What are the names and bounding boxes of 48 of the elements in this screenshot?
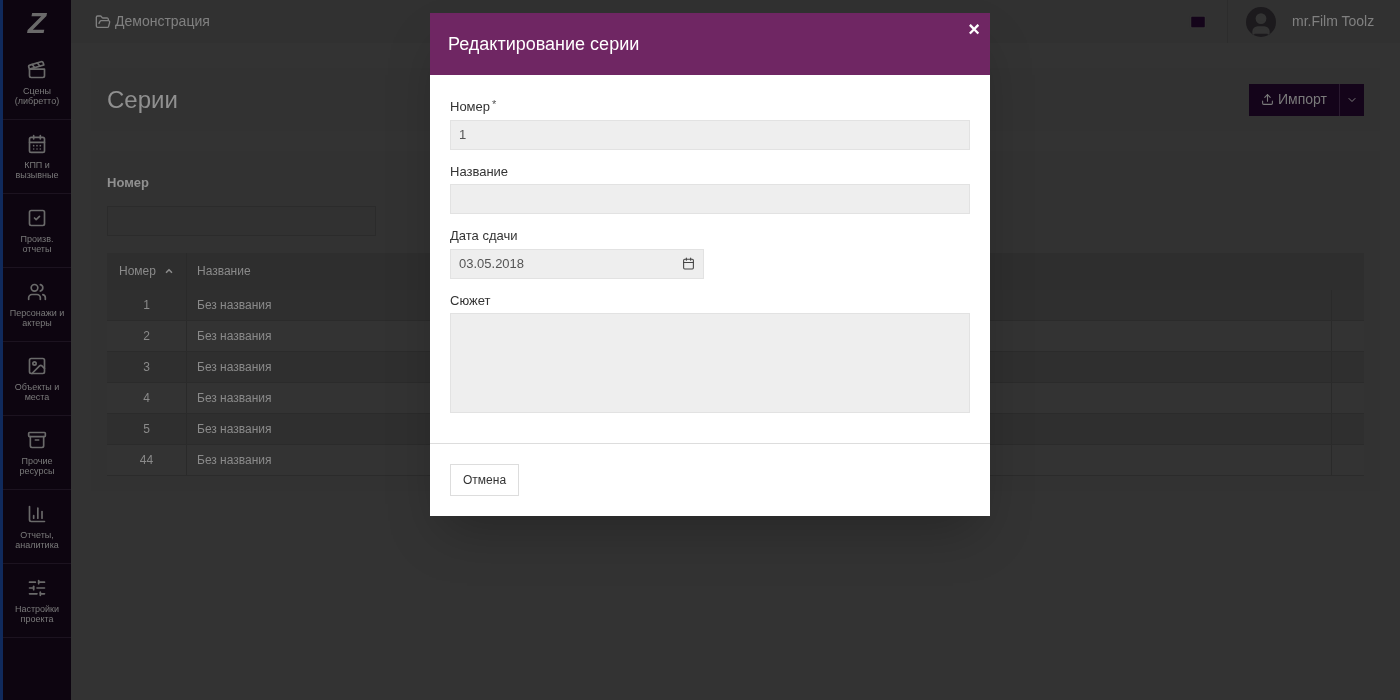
text-field[interactable]: 1 [450,119,970,150]
column-header[interactable]: Номер [119,262,156,280]
text-area[interactable] [450,313,970,413]
sidebar-item[interactable]: Отчеты, аналитика [3,490,71,564]
sidebar-item[interactable]: Сцены (либретто) [3,46,71,120]
table-cell: 4 [107,382,187,413]
user-name[interactable]: mr.Film Toolz [1292,11,1375,32]
text-field[interactable] [450,184,970,214]
calendar-icon [27,133,47,154]
people-icon [27,281,47,302]
clapperboard-icon [27,59,47,80]
logo[interactable]: Z [27,8,47,38]
table-cell: 44 [107,444,187,475]
field-label: Дата сдачи [450,227,518,245]
sidebar-item[interactable]: Настройки проекта [3,564,71,638]
column-header[interactable]: Название [197,262,251,280]
sidebar-item[interactable]: Объекты и места [3,342,71,416]
page-title: Серии [107,84,178,115]
filter-label: Номер [107,174,150,192]
sidebar-item[interactable]: Прочие ресурсы [3,416,71,490]
dropdown-button[interactable] [1339,83,1364,116]
sliders-icon [27,577,47,598]
bar-chart-icon [27,503,47,524]
sort-ascending-icon [163,266,174,276]
field-label: Номер [450,98,490,116]
upload-icon [1261,93,1275,106]
sidebar-item[interactable]: Персонажи и актеры [3,268,71,342]
avatar[interactable] [1246,6,1276,37]
required-marker: * [492,99,497,110]
calendar-icon [682,257,695,270]
table-cell: 2 [107,320,187,351]
breadcrumb[interactable]: Демонстрация [115,11,210,32]
import-button[interactable]: Импорт [1249,83,1339,116]
date-field[interactable]: 03.05.2018 [450,248,704,279]
checkbox-icon [27,207,47,228]
field-label: Название [450,162,509,181]
archive-box-icon [27,429,47,450]
sidebar-item[interactable]: Произв. отчеты [3,194,71,268]
folder-icon [95,13,111,30]
modal-title: Редактирование серии [448,32,640,56]
field-label: Сюжет [450,291,491,310]
table-cell: 3 [107,351,187,382]
cancel-button[interactable]: Отмена [450,464,520,496]
picture-icon [27,355,47,376]
sidebar-item[interactable]: КПП и вызывные [3,120,71,194]
table-cell: 1 [107,289,187,320]
table-cell: 5 [107,413,187,444]
close-button[interactable]: × [968,19,980,39]
